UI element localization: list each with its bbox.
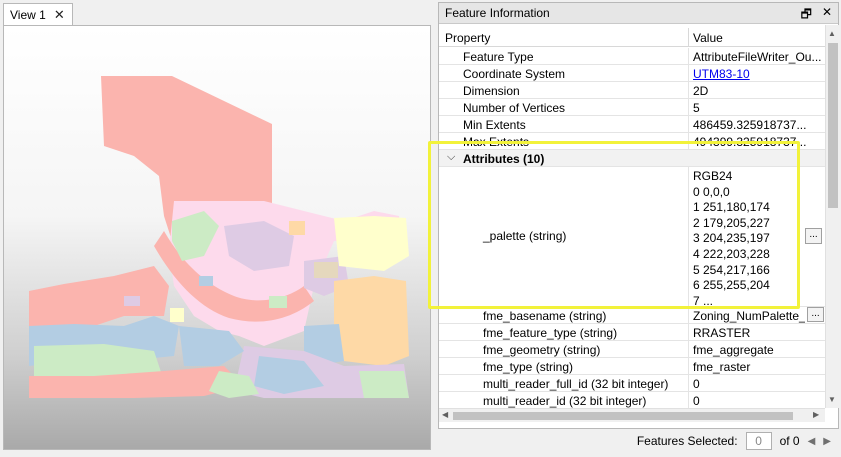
scroll-left-icon[interactable]: ◀ <box>442 410 448 419</box>
row-value: RRASTER <box>693 326 751 340</box>
features-total-label: of 0 <box>779 434 800 448</box>
map-zone-yellow-small <box>170 308 184 322</box>
table-row[interactable]: fme_feature_type (string) RRASTER <box>439 324 825 341</box>
map-zone-purple-block-1 <box>124 296 140 306</box>
row-property: Max Extents <box>463 135 530 149</box>
vertical-scrollbar[interactable]: ▲ ▼ <box>825 25 839 408</box>
row-value: fme_aggregate <box>693 343 774 357</box>
panel-title-bar: Feature Information 🗗 ✕ <box>439 3 838 24</box>
palette-line: 0 0,0,0 <box>693 184 730 199</box>
row-value: 5 <box>693 101 700 115</box>
row-property: multi_reader_full_id (32 bit integer) <box>483 377 669 391</box>
table-row[interactable]: Number of Vertices 5 <box>439 99 825 116</box>
table-row[interactable]: multi_reader_id (32 bit integer) 0 <box>439 392 825 408</box>
row-property: fme_type (string) <box>483 360 574 374</box>
palette-line: 2 179,205,227 <box>693 215 770 230</box>
palette-line: RGB24 <box>693 169 733 183</box>
map-zone-tan <box>314 262 338 278</box>
table-row[interactable]: Feature Type AttributeFileWriter_Ou... <box>439 48 825 65</box>
palette-line: 5 254,217,166 <box>693 262 770 277</box>
row-property: Feature Type <box>463 50 534 64</box>
table-row[interactable]: Min Extents 486459.325918737... <box>439 116 825 133</box>
row-value: 0 <box>693 394 700 408</box>
section-label: Attributes (10) <box>463 152 545 166</box>
horizontal-scrollbar[interactable]: ◀ ▶ <box>439 408 825 422</box>
palette-line: 3 204,235,197 <box>693 231 770 246</box>
attributes-section-header[interactable]: ⌵ Attributes (10) <box>439 150 825 167</box>
property-table: Feature Type AttributeFileWriter_Ou... C… <box>439 48 825 408</box>
row-property: Coordinate System <box>463 67 566 81</box>
features-selected-count[interactable]: 0 <box>745 432 772 450</box>
column-divider[interactable] <box>688 28 689 47</box>
coordinate-system-link[interactable]: UTM83-10 <box>693 67 823 81</box>
row-property: fme_basename (string) <box>483 309 607 323</box>
features-selected-label: Features Selected: <box>636 434 738 448</box>
float-window-icon[interactable]: 🗗 <box>801 5 812 26</box>
map-view[interactable] <box>3 25 431 450</box>
table-row[interactable]: Max Extents 494399.325918737... <box>439 133 825 150</box>
panel-title: Feature Information <box>445 6 550 20</box>
row-value: 2D <box>693 84 709 98</box>
row-value: 0 <box>693 377 700 391</box>
row-property: Dimension <box>463 84 520 98</box>
scrollbar-thumb[interactable] <box>453 412 793 420</box>
palette-line: 4 222,203,228 <box>693 246 770 261</box>
column-header-value[interactable]: Value <box>693 31 723 45</box>
feature-information-panel: Feature Information 🗗 ✕ Property Value F… <box>438 2 839 429</box>
table-row[interactable]: fme_geometry (string) fme_aggregate <box>439 341 825 358</box>
table-row[interactable]: Coordinate System UTM83-10 <box>439 65 825 82</box>
table-row[interactable]: multi_reader_full_id (32 bit integer) 0 <box>439 375 825 392</box>
view-tab[interactable]: View 1 ✕ <box>3 3 73 25</box>
palette-line: 1 251,180,174 <box>693 200 770 215</box>
row-value: 494399.325918737... <box>693 135 807 149</box>
table-row[interactable]: fme_type (string) fme_raster <box>439 358 825 375</box>
next-icon[interactable]: ▶ <box>823 436 831 447</box>
map-zone-yellow-northeast <box>334 216 409 271</box>
table-row[interactable]: Dimension 2D <box>439 82 825 99</box>
palette-line: 6 255,255,204 <box>693 278 770 293</box>
row-value: 486459.325918737... <box>693 118 807 132</box>
zoning-map <box>29 76 409 398</box>
column-header-property[interactable]: Property <box>445 31 490 45</box>
scrollbar-thumb[interactable] <box>828 43 838 208</box>
scroll-right-icon[interactable]: ▶ <box>813 410 819 419</box>
expand-value-button[interactable]: ... <box>807 307 824 322</box>
map-zone-green-southeast <box>359 371 409 398</box>
table-row[interactable]: fme_basename (string) Zoning_NumPalette_… <box>439 307 825 324</box>
table-header: Property Value <box>439 28 825 47</box>
view-tab-label: View 1 <box>10 7 46 22</box>
row-value: Zoning_NumPalette_R... <box>693 309 805 323</box>
table-row-palette[interactable]: _palette (string) RGB24 0 0,0,0 1 251,18… <box>439 167 825 309</box>
close-icon[interactable]: ✕ <box>822 5 832 26</box>
row-value: fme_raster <box>693 360 751 374</box>
row-value: AttributeFileWriter_Ou... <box>693 50 822 64</box>
previous-icon[interactable]: ◀ <box>808 436 816 447</box>
chevron-down-icon[interactable]: ⌵ <box>447 151 455 164</box>
row-property: _palette (string) <box>483 229 567 243</box>
row-property: fme_geometry (string) <box>483 343 601 357</box>
map-zone-blue-block-1 <box>199 276 213 286</box>
scroll-up-icon[interactable]: ▲ <box>828 29 836 38</box>
map-zone-orange-block-1 <box>289 221 305 235</box>
row-property: multi_reader_id (32 bit integer) <box>483 394 647 408</box>
row-property: Number of Vertices <box>463 101 566 115</box>
palette-value: RGB24 0 0,0,0 1 251,180,174 2 179,205,22… <box>693 169 770 309</box>
row-property: Min Extents <box>463 118 526 132</box>
scroll-down-icon[interactable]: ▼ <box>828 395 836 404</box>
map-zone-orange-east <box>334 276 409 366</box>
status-bar: Features Selected: 0 of 0 ◀ ▶ <box>438 429 839 453</box>
row-property: fme_feature_type (string) <box>483 326 618 340</box>
expand-value-button[interactable]: ... <box>805 228 822 244</box>
map-zone-green-block-1 <box>269 296 287 308</box>
close-icon[interactable]: ✕ <box>54 8 65 21</box>
